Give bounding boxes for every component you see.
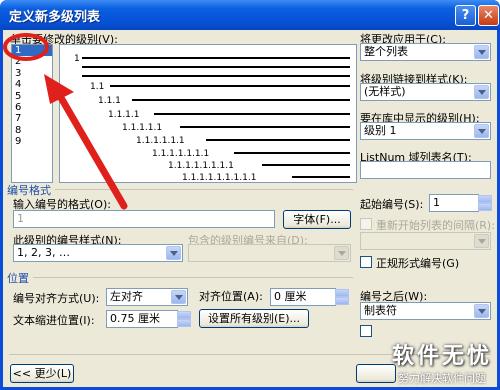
dialog-window: 定义新多级列表 ? ✕ 单击要修改的级别(V): 1 2 3 4 5 6 7 8…	[0, 0, 500, 390]
annotation-overlay	[3, 33, 128, 210]
annotation-arrow-shaft	[56, 92, 128, 210]
annotation-circle	[3, 33, 49, 61]
annotation-arrow-head	[44, 74, 74, 104]
